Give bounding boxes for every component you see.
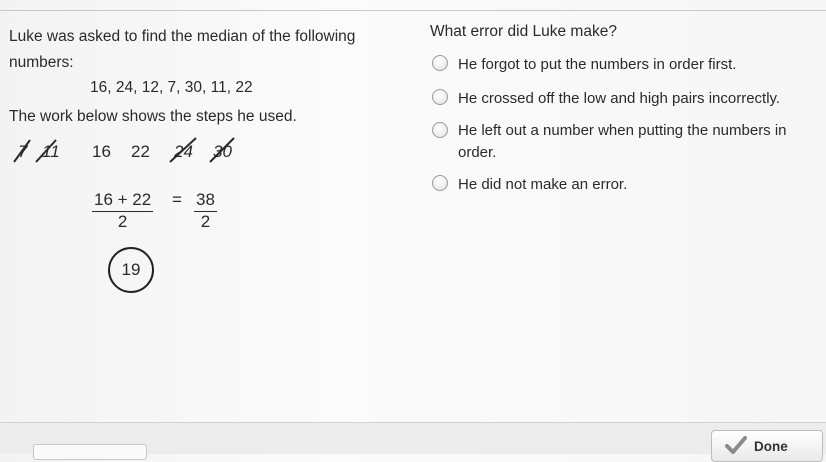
top-divider bbox=[0, 10, 826, 11]
equals-sign: = bbox=[172, 190, 182, 209]
circled-answer: 19 bbox=[108, 247, 154, 293]
checkmark-icon bbox=[724, 435, 748, 458]
radio-button[interactable] bbox=[432, 175, 448, 191]
option-label: He left out a number when putting the nu… bbox=[458, 122, 787, 161]
sum-numerator: 16 + 22 bbox=[92, 190, 154, 212]
radio-button[interactable] bbox=[432, 122, 448, 138]
done-label: Done bbox=[754, 439, 788, 454]
radio-button[interactable] bbox=[432, 55, 448, 71]
footer-left-button[interactable] bbox=[33, 444, 147, 460]
option-label: He did not make an error. bbox=[458, 176, 628, 193]
work-intro: The work below shows the steps he used. bbox=[9, 108, 297, 125]
question-prompt: What error did Luke make? bbox=[430, 23, 617, 40]
strike-marks bbox=[13, 137, 235, 163]
result-numerator: 38 bbox=[194, 190, 217, 212]
done-button[interactable]: Done bbox=[711, 430, 823, 462]
result-denominator: 2 bbox=[200, 212, 211, 231]
result-fraction: 38 2 bbox=[194, 190, 217, 232]
question-intro: Luke was asked to find the median of the… bbox=[9, 28, 356, 71]
option-label: He forgot to put the numbers in order fi… bbox=[458, 56, 737, 73]
sum-fraction: 16 + 22 2 bbox=[92, 190, 154, 232]
option-label: He crossed off the low and high pairs in… bbox=[458, 90, 781, 107]
radio-button[interactable] bbox=[432, 89, 448, 105]
sum-denominator: 2 bbox=[117, 212, 128, 231]
number-list: 16, 24, 12, 7, 30, 11, 22 bbox=[90, 79, 253, 96]
